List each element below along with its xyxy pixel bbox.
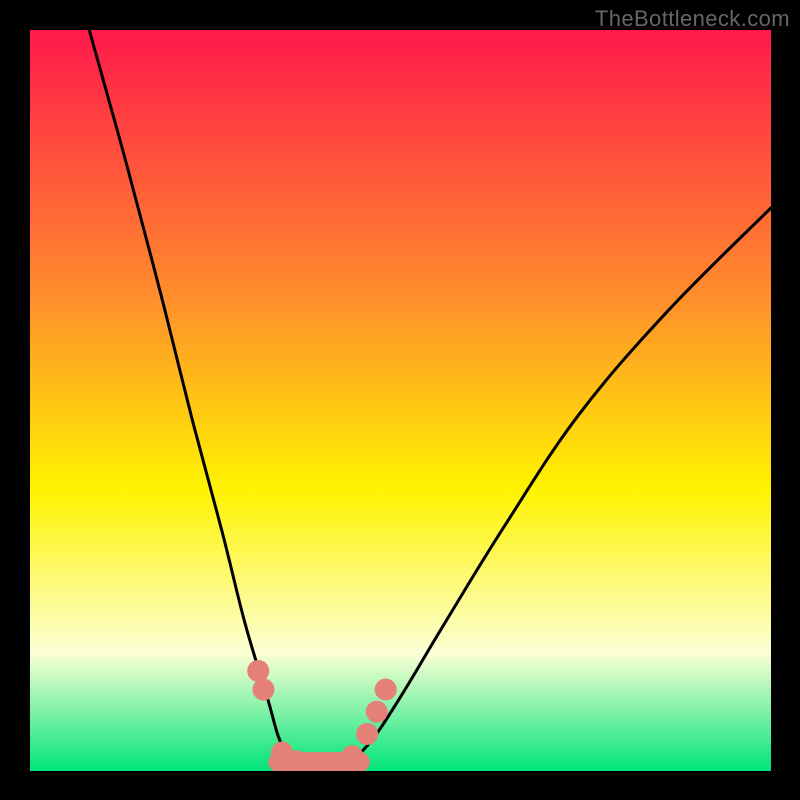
- plot-bg: [30, 30, 771, 771]
- marker-dot: [252, 678, 274, 700]
- marker-dot: [341, 745, 363, 767]
- marker-dot: [366, 701, 388, 723]
- chart-frame: [30, 30, 771, 771]
- marker-dot: [356, 723, 378, 745]
- marker-dot: [375, 678, 397, 700]
- bottleneck-chart: [30, 30, 771, 771]
- marker-dot: [247, 660, 269, 682]
- watermark-label: TheBottleneck.com: [595, 6, 790, 32]
